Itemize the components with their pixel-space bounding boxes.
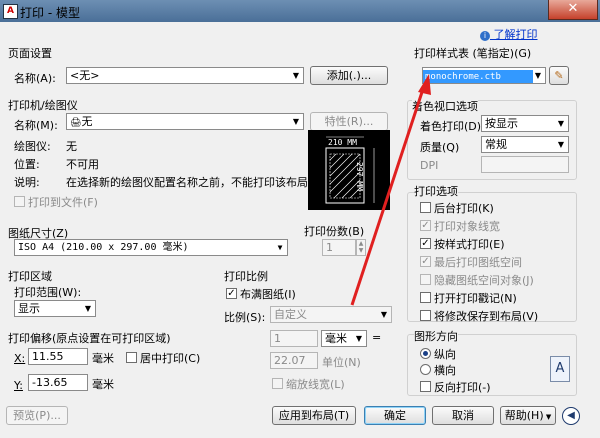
annotation-arrow	[350, 74, 431, 306]
plot-dialog: A 打印 - 模型 ✕ i 了解打印 页面设置 名称(A): <无> ▼ 添加(.…	[0, 0, 600, 438]
